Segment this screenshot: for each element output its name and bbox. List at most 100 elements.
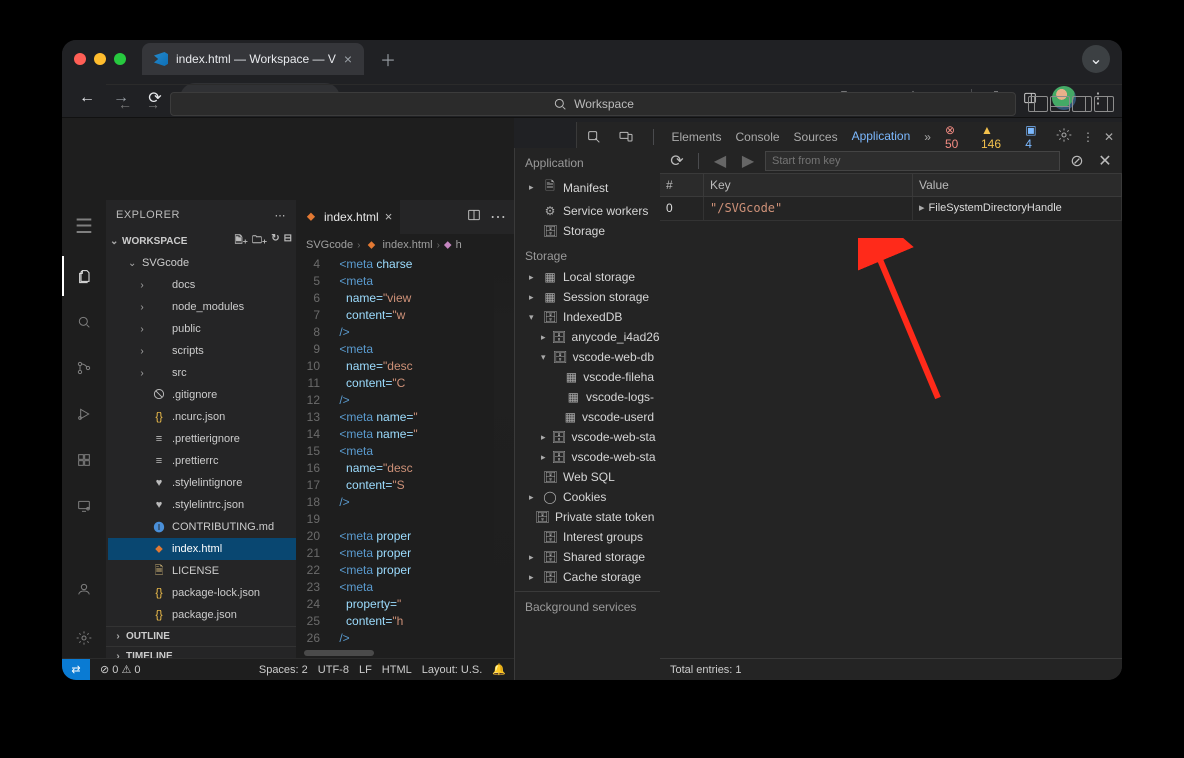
item-pst[interactable]: 🗄Private state token	[515, 507, 660, 527]
cell-index[interactable]: 0	[660, 197, 704, 221]
outline-section[interactable]: ›OUTLINE	[106, 626, 296, 646]
horizontal-scrollbar[interactable]	[296, 648, 514, 658]
minimap[interactable]	[494, 256, 514, 648]
folder-scripts[interactable]: ›scripts	[108, 340, 296, 362]
refresh-db-icon[interactable]: ⟳	[666, 150, 688, 172]
next-page-icon[interactable]: ▶	[737, 150, 759, 172]
toggle-bottom-panel[interactable]	[1050, 96, 1070, 112]
problems[interactable]: ⊘ 0 ⚠ 0	[100, 663, 141, 676]
timeline-section[interactable]: ›TIMELINE	[106, 646, 296, 658]
close-editor-tab-icon[interactable]: ×	[385, 209, 393, 224]
notifications-icon[interactable]: 🔔	[492, 663, 506, 676]
keyboard-layout[interactable]: Layout: U.S.	[422, 664, 483, 676]
devtools-footer: Total entries: 1	[660, 658, 1122, 680]
item-vscode-fileha[interactable]: ▦vscode-fileha	[515, 367, 660, 387]
item-websql[interactable]: 🗄Web SQL	[515, 467, 660, 487]
item-indexeddb[interactable]: ▾🗄IndexedDB	[515, 307, 660, 327]
customize-layout[interactable]	[1094, 96, 1114, 112]
workspace-header[interactable]: ⌄ WORKSPACE 🗎₊ 🗀₊ ↻ ⊟	[106, 230, 296, 252]
item-shared-storage[interactable]: ▸🗄Shared storage	[515, 547, 660, 567]
source-control-icon[interactable]	[62, 348, 106, 388]
item-service-workers[interactable]: ⚙Service workers	[515, 201, 660, 221]
browser-tab[interactable]: index.html — Workspace — V ×	[142, 43, 364, 75]
remote-indicator[interactable]: ⇄	[62, 659, 90, 681]
editor-more-icon[interactable]: ⋯	[490, 207, 506, 227]
explorer-icon[interactable]	[62, 256, 106, 296]
item-vscode-web-sta2[interactable]: ▸🗄vscode-web-sta	[515, 447, 660, 467]
folder-node-modules[interactable]: ›node_modules	[108, 296, 296, 318]
remote-explorer-icon[interactable]	[62, 486, 106, 526]
breadcrumb[interactable]: SVGcode› ⬥index.html› ⬥h	[296, 234, 514, 256]
account-icon[interactable]	[62, 572, 106, 612]
item-session-storage[interactable]: ▸▦Session storage	[515, 287, 660, 307]
cell-key[interactable]: "/SVGcode"	[704, 197, 913, 221]
file-package-json[interactable]: {}package.json	[108, 604, 296, 626]
new-folder-icon[interactable]: 🗀₊	[252, 233, 267, 250]
new-file-icon[interactable]: 🗎₊	[235, 233, 248, 250]
item-cache-storage[interactable]: ▸🗄Cache storage	[515, 567, 660, 587]
file-gitignore[interactable]: 🛇.gitignore	[108, 384, 296, 406]
run-debug-icon[interactable]	[62, 394, 106, 434]
col-key[interactable]: Key	[704, 174, 913, 197]
eol[interactable]: LF	[359, 664, 372, 676]
cell-value[interactable]: ▸FileSystemDirectoryHandle	[913, 197, 1122, 221]
indentation[interactable]: Spaces: 2	[259, 664, 308, 676]
traffic-lights	[74, 53, 126, 65]
split-editor-icon[interactable]	[466, 207, 482, 228]
search-icon[interactable]	[62, 302, 106, 342]
maximize-window[interactable]	[114, 53, 126, 65]
item-manifest[interactable]: ▸🗎Manifest	[515, 174, 660, 201]
prev-page-icon[interactable]: ◀	[709, 150, 731, 172]
folder-src[interactable]: ›src	[108, 362, 296, 384]
new-tab-button[interactable]: ＋	[376, 47, 400, 71]
start-key-input[interactable]	[765, 151, 1060, 171]
folder-docs[interactable]: ›docs	[108, 274, 296, 296]
item-interest-groups[interactable]: 🗄Interest groups	[515, 527, 660, 547]
encoding[interactable]: UTF-8	[318, 664, 349, 676]
settings-gear-icon[interactable]	[62, 618, 106, 658]
vscode-icon	[154, 52, 168, 66]
item-vscode-logs[interactable]: ▦vscode-logs-	[515, 387, 660, 407]
explorer-more-icon[interactable]: ⋯	[275, 209, 287, 222]
close-window[interactable]	[74, 53, 86, 65]
file-prettierrc[interactable]: ≡.prettierrc	[108, 450, 296, 472]
chevron-down-icon[interactable]: ⌄	[1082, 45, 1110, 73]
command-center[interactable]: Workspace	[170, 92, 1016, 116]
item-anycode-db[interactable]: ▸🗄anycode_i4ad26	[515, 327, 660, 347]
item-vscode-web-sta1[interactable]: ▸🗄vscode-web-sta	[515, 427, 660, 447]
file-index-html[interactable]: ⬥index.html	[108, 538, 296, 560]
toggle-left-panel[interactable]	[1028, 96, 1048, 112]
nav-back[interactable]: ←	[114, 96, 136, 112]
folder-public[interactable]: ›public	[108, 318, 296, 340]
item-local-storage[interactable]: ▸▦Local storage	[515, 267, 660, 287]
file-stylelintrc[interactable]: ♥.stylelintrc.json	[108, 494, 296, 516]
code-content[interactable]: <meta charse <meta name="view content="w…	[326, 256, 494, 648]
collapse-icon[interactable]: ⊟	[284, 233, 292, 250]
nav-forward[interactable]: →	[142, 96, 164, 112]
item-cookies[interactable]: ▸◯Cookies	[515, 487, 660, 507]
menu-icon[interactable]: ☰	[62, 206, 106, 246]
language-mode[interactable]: HTML	[382, 664, 412, 676]
col-index[interactable]: #	[660, 174, 704, 197]
minimize-window[interactable]	[94, 53, 106, 65]
file-package-lock[interactable]: {}package-lock.json	[108, 582, 296, 604]
clear-icon[interactable]: ⊘	[1066, 150, 1088, 172]
folder-root[interactable]: ⌄SVGcode	[108, 252, 296, 274]
back-button[interactable]: ←	[72, 83, 102, 113]
activity-bar: ☰	[62, 200, 106, 658]
refresh-icon[interactable]: ↻	[271, 233, 279, 250]
editor-tab-index[interactable]: ⬥ index.html ×	[296, 200, 400, 234]
delete-icon[interactable]: ✕	[1094, 150, 1116, 172]
file-contributing[interactable]: 🅘CONTRIBUTING.md	[108, 516, 296, 538]
file-stylelintignore[interactable]: ♥.stylelintignore	[108, 472, 296, 494]
item-vscode-userd[interactable]: ▦vscode-userd	[515, 407, 660, 427]
toggle-right-panel[interactable]	[1072, 96, 1092, 112]
item-storage[interactable]: 🗄Storage	[515, 221, 660, 241]
col-value[interactable]: Value	[913, 174, 1122, 197]
file-license[interactable]: 🗎LICENSE	[108, 560, 296, 582]
item-vscode-web-db[interactable]: ▾🗄vscode-web-db	[515, 347, 660, 367]
file-ncurc[interactable]: {}.ncurc.json	[108, 406, 296, 428]
file-prettierignore[interactable]: ≡.prettierignore	[108, 428, 296, 450]
extensions-view-icon[interactable]	[62, 440, 106, 480]
close-tab-icon[interactable]: ×	[344, 51, 352, 67]
